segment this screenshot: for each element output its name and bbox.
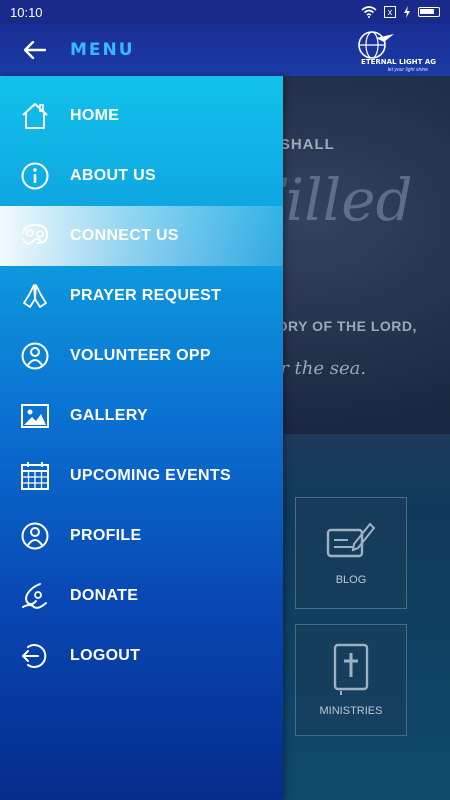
battery-icon	[418, 7, 440, 17]
nav-item-logout[interactable]: LOGOUT	[0, 626, 283, 686]
bible-icon	[333, 643, 369, 695]
back-button[interactable]	[0, 24, 70, 76]
nav-label-volunteer-opp: VOLUNTEER OPP	[70, 347, 211, 364]
gallery-icon	[21, 404, 49, 428]
app-bar: MENU ETERNAL LIGHT AG let your light shi…	[0, 24, 450, 76]
volunteer-icon	[21, 342, 49, 370]
nav-item-about-us[interactable]: ABOUT US	[0, 146, 283, 206]
logout-icon	[22, 644, 47, 668]
profile-icon	[21, 522, 49, 550]
nav-item-connect-us[interactable]: CONNECT US	[0, 206, 283, 266]
notification-x-icon: x	[384, 6, 396, 18]
nav-label-about-us: ABOUT US	[70, 167, 156, 184]
blog-tile[interactable]: BLOG	[295, 497, 407, 609]
calendar-icon	[21, 462, 49, 490]
nav-label-upcoming-events: UPCOMING EVENTS	[70, 467, 231, 484]
nav-label-home: HOME	[70, 107, 120, 124]
blog-icon	[326, 522, 376, 558]
donate-icon	[22, 583, 47, 609]
nav-item-prayer-request[interactable]: PRAYER REQUEST	[0, 266, 283, 326]
ministries-label: MINISTRIES	[319, 705, 383, 717]
nav-label-logout: LOGOUT	[70, 647, 141, 664]
praying-hands-icon	[23, 284, 47, 308]
charging-icon	[404, 6, 410, 18]
logo-tagline: let your light shine	[387, 67, 428, 73]
status-icons: x	[361, 6, 440, 18]
info-icon	[21, 162, 49, 190]
back-arrow-icon	[24, 41, 46, 59]
nav-label-profile: PROFILE	[70, 527, 142, 544]
status-bar: 10:10 x	[0, 0, 450, 24]
globe-logo-icon	[358, 31, 394, 59]
brand-logo: ETERNAL LIGHT AG let your light shine	[354, 28, 442, 73]
nav-item-upcoming-events[interactable]: UPCOMING EVENTS	[0, 446, 283, 506]
wifi-icon	[361, 6, 377, 18]
page-title: MENU	[70, 40, 135, 60]
nav-label-connect-us: CONNECT US	[70, 227, 179, 244]
nav-item-gallery[interactable]: GALLERY	[0, 386, 283, 446]
connect-icon	[22, 223, 49, 245]
nav-label-prayer-request: PRAYER REQUEST	[70, 287, 222, 304]
blog-label: BLOG	[335, 574, 367, 586]
nav-item-donate[interactable]: DONATE	[0, 566, 283, 626]
ministries-tile[interactable]: MINISTRIES	[295, 624, 407, 736]
nav-item-volunteer-opp[interactable]: VOLUNTEER OPP	[0, 326, 283, 386]
home-icon	[22, 103, 48, 129]
navigation-drawer: HOME ABOUT US CONNECT US PRAYER REQUEST …	[0, 76, 283, 800]
nav-item-profile[interactable]: PROFILE	[0, 506, 283, 566]
nav-item-home[interactable]: HOME	[0, 86, 283, 146]
nav-label-donate: DONATE	[70, 587, 139, 604]
logo-text: ETERNAL LIGHT AG	[361, 58, 436, 66]
status-time: 10:10	[10, 4, 43, 20]
nav-label-gallery: GALLERY	[70, 407, 148, 424]
